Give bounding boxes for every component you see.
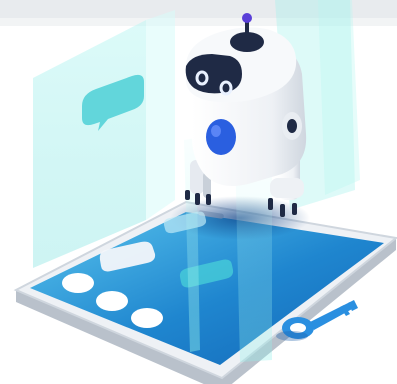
chest-light	[206, 119, 236, 155]
robot-visor	[185, 54, 242, 94]
illustration-scene	[0, 0, 397, 384]
antenna-tip	[242, 13, 252, 23]
